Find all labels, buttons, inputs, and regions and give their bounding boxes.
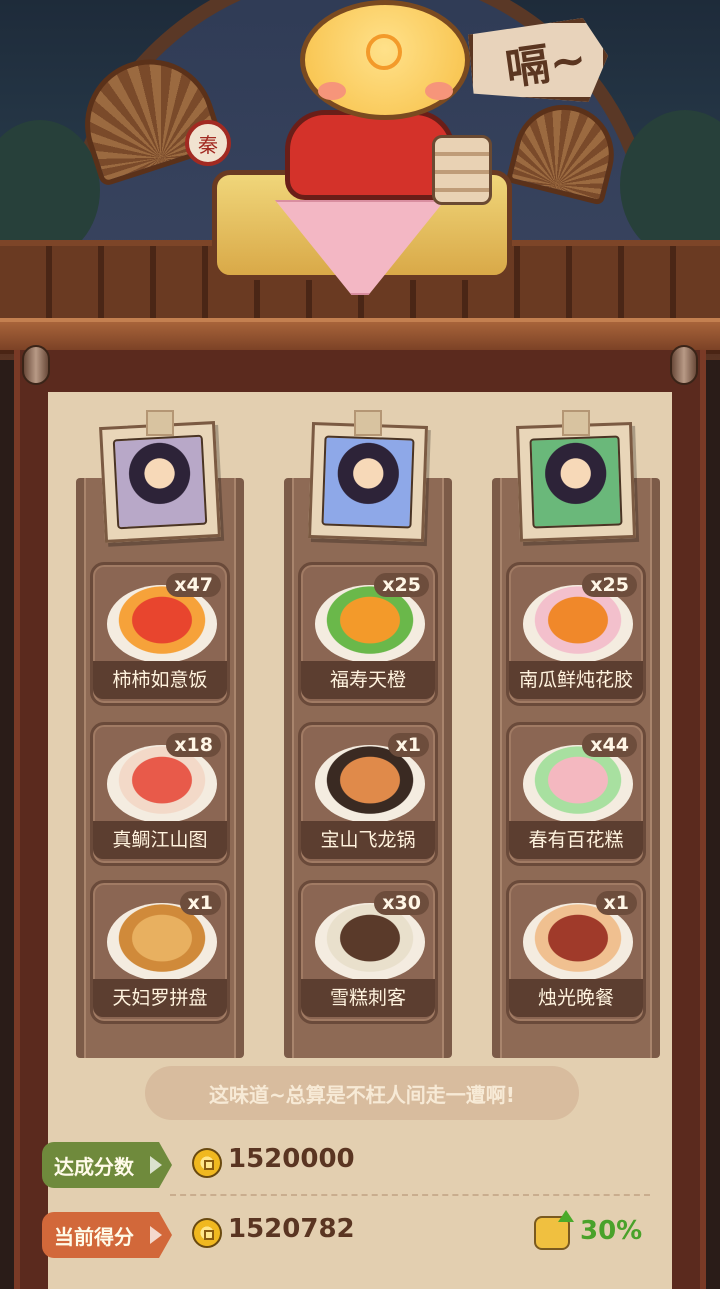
gold-coin-icon: [192, 1148, 222, 1178]
customer-avatar: [112, 434, 208, 530]
customer-portrait-1[interactable]: [99, 410, 221, 543]
restaurant-scene: 秦 嗝~: [0, 0, 720, 360]
customer-avatar: [321, 435, 415, 529]
dish-quantity: x18: [166, 733, 221, 757]
dish-card[interactable]: x47 柿柿如意饭: [90, 562, 230, 706]
bonus-percent: 30%: [580, 1216, 643, 1246]
portrait-frame: [516, 422, 636, 542]
customer-portrait-3[interactable]: [516, 410, 636, 542]
paper-pin: [146, 410, 174, 436]
scroll-rod-end-left: [22, 345, 50, 385]
mascot-body: [285, 110, 455, 200]
paper-pin: [354, 410, 382, 436]
dish-card[interactable]: x18 真鲷江山图: [90, 722, 230, 866]
dish-card[interactable]: x30 雪糕刺客: [298, 880, 438, 1024]
dish-quantity: x44: [582, 733, 637, 757]
dish-card[interactable]: x44 春有百花糕: [506, 722, 646, 866]
dish-name: 南瓜鲜炖花胶: [509, 661, 643, 699]
dish-name: 烛光晚餐: [509, 979, 643, 1017]
bonus-boost-icon: [534, 1210, 574, 1250]
dish-card[interactable]: x1 天妇罗拼盘: [90, 880, 230, 1024]
dish-quantity: x47: [166, 573, 221, 597]
current-score-label: 当前得分: [42, 1212, 172, 1258]
target-score-label-text: 达成分数: [54, 1154, 134, 1179]
dish-name: 天妇罗拼盘: [93, 979, 227, 1017]
dish-quantity: x25: [582, 573, 637, 597]
dish-name: 雪糕刺客: [301, 979, 435, 1017]
gold-coin-icon: [192, 1218, 222, 1248]
dish-card[interactable]: x1 宝山飞龙锅: [298, 722, 438, 866]
dish-name: 宝山飞龙锅: [301, 821, 435, 859]
mascot-cheek-left: [318, 82, 346, 100]
dish-card[interactable]: x25 福寿天橙: [298, 562, 438, 706]
dish-quantity: x1: [179, 891, 221, 915]
scroll-beam: [0, 318, 720, 354]
dish-quantity: x25: [374, 573, 429, 597]
paper-pin: [562, 410, 590, 436]
dish-card[interactable]: x1 烛光晚餐: [506, 880, 646, 1024]
customer-avatar: [529, 435, 623, 529]
customer-comment: 这味道~总算是不枉人间走一遭啊!: [145, 1066, 579, 1120]
current-score-row: 当前得分 1520782 30%: [40, 1206, 650, 1266]
dish-quantity: x1: [387, 733, 429, 757]
dish-quantity: x1: [595, 891, 637, 915]
target-score-value: 1520000: [228, 1144, 355, 1174]
stacked-bowls: [432, 135, 492, 205]
customer-portrait-2[interactable]: [308, 410, 428, 542]
divider: [170, 1194, 650, 1196]
current-score-value: 1520782: [228, 1214, 355, 1244]
dish-name: 柿柿如意饭: [93, 661, 227, 699]
target-score-row: 达成分数 1520000: [40, 1136, 650, 1196]
dish-quantity: x30: [374, 891, 429, 915]
portrait-frame: [99, 421, 221, 543]
mascot-cheek-right: [425, 82, 453, 100]
dish-name: 福寿天橙: [301, 661, 435, 699]
dish-name: 真鲷江山图: [93, 821, 227, 859]
portrait-frame: [308, 422, 428, 542]
dish-card[interactable]: x25 南瓜鲜炖花胶: [506, 562, 646, 706]
target-score-label: 达成分数: [42, 1142, 172, 1188]
scroll-rod-end-right: [670, 345, 698, 385]
burp-sign-text: 嗝~: [502, 33, 590, 96]
ladle-sign-icon: 秦: [185, 120, 231, 166]
play-arrow-icon: [150, 1156, 162, 1174]
coin-emblem-icon: [366, 34, 402, 70]
current-score-label-text: 当前得分: [54, 1224, 134, 1249]
play-arrow-icon: [150, 1226, 162, 1244]
dish-name: 春有百花糕: [509, 821, 643, 859]
